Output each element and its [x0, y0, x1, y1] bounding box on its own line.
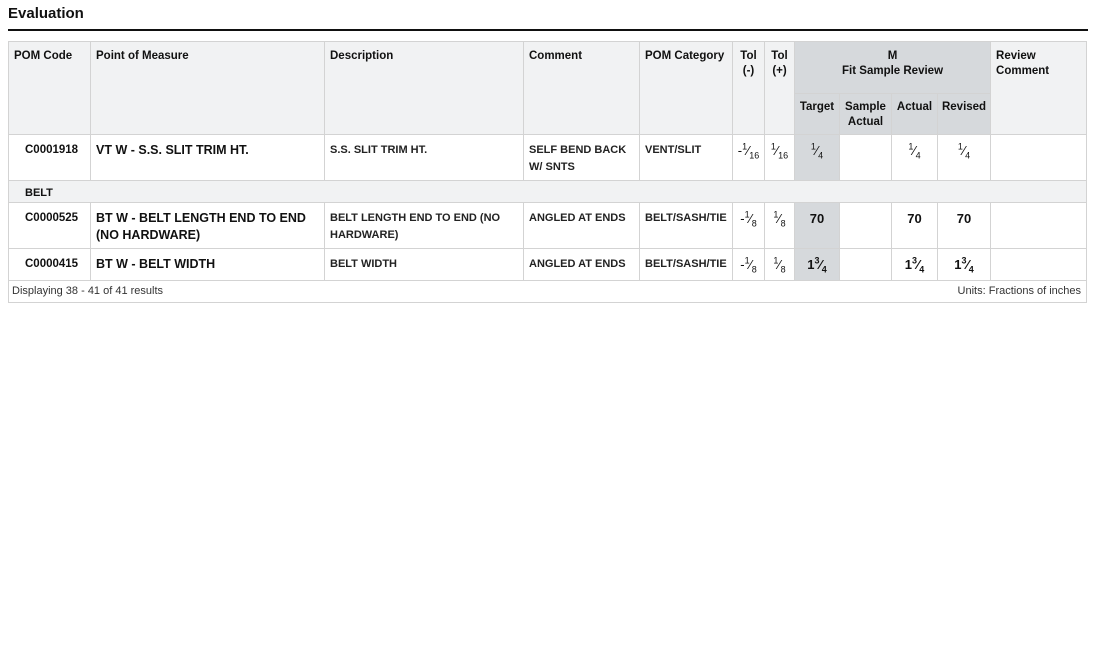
header-point-of-measure[interactable]: Point of Measure: [90, 41, 325, 135]
tol-plus-value: 1⁄16: [770, 141, 789, 161]
actual-value: 13⁄4: [904, 255, 925, 275]
header-tol-plus-line1: Tol: [771, 50, 788, 62]
header-description[interactable]: Description: [324, 41, 524, 135]
tol-minus-value: -1⁄8: [740, 209, 757, 229]
sample-actual-value[interactable]: [840, 135, 891, 146]
header-pom-category[interactable]: POM Category: [639, 41, 733, 135]
header-tol-minus-line1: Tol: [740, 50, 757, 62]
group-row: BELT: [7, 180, 1088, 203]
pom-code: C0000415: [25, 258, 79, 270]
header-pom-code[interactable]: POM Code: [8, 41, 91, 135]
actual-value: 1⁄4: [908, 141, 921, 161]
header-tol-plus-line2: (+): [772, 65, 787, 77]
pom-category: BELT/SASH/TIE: [645, 258, 727, 270]
target-value: 70: [809, 211, 825, 226]
comment: ANGLED AT ENDS: [529, 258, 626, 270]
units-label: Units: Fractions of inches: [957, 285, 1082, 297]
review-comment[interactable]: [991, 135, 1086, 146]
table-row[interactable]: C0001918 VT W - S.S. SLIT TRIM HT. S.S. …: [8, 134, 1088, 181]
header-tol-plus[interactable]: Tol (+): [764, 41, 795, 135]
header-review-comment-line2: Comment: [996, 65, 1050, 77]
tol-plus-value: 1⁄8: [773, 255, 786, 275]
header-actual[interactable]: Actual: [891, 93, 938, 135]
section-title: Evaluation: [8, 5, 84, 22]
table-row[interactable]: C0000525 BT W - BELT LENGTH END TO END (…: [8, 202, 1088, 249]
point-of-measure: BT W - BELT WIDTH: [96, 257, 216, 271]
revised-value: 1⁄4: [957, 141, 971, 161]
target-value: 1⁄4: [810, 141, 824, 161]
group-label: BELT: [25, 187, 53, 199]
sample-actual-value[interactable]: [840, 203, 891, 214]
header-size-label: M: [887, 50, 898, 62]
header-fit-sample-review: M Fit Sample Review: [793, 40, 992, 95]
actual-value: 70: [907, 211, 922, 226]
header-review-comment-line1: Review: [996, 50, 1036, 62]
review-comment[interactable]: [991, 249, 1086, 260]
header-sample-actual-line2: Actual: [847, 116, 884, 129]
header-comment[interactable]: Comment: [523, 41, 640, 135]
pom-category: BELT/SASH/TIE: [645, 212, 727, 224]
revised-value: 70: [956, 211, 972, 226]
header-sample-actual[interactable]: Sample Actual: [839, 93, 892, 135]
header-tol-minus[interactable]: Tol (-): [732, 41, 765, 135]
results-count: Displaying 38 - 41 of 41 results: [12, 285, 164, 297]
header-target[interactable]: Target: [794, 93, 840, 135]
target-value: 13⁄4: [807, 255, 827, 275]
description: S.S. SLIT TRIM HT.: [330, 144, 428, 156]
sample-actual-value[interactable]: [840, 249, 891, 260]
evaluation-table: POM Code Point of Measure Description Co…: [7, 40, 1088, 303]
description: BELT LENGTH END TO END (NO HARDWARE): [330, 212, 501, 241]
pom-code: C0001918: [25, 144, 79, 156]
title-divider: [8, 29, 1088, 31]
description: BELT WIDTH: [330, 258, 398, 270]
revised-value: 13⁄4: [954, 255, 974, 275]
comment: ANGLED AT ENDS: [529, 212, 626, 224]
header-sample-actual-line1: Sample: [845, 101, 886, 114]
tol-minus-value: -1⁄8: [740, 255, 757, 275]
header-tol-minus-line2: (-): [742, 65, 755, 77]
tol-plus-value: 1⁄8: [773, 209, 786, 229]
point-of-measure: BT W - BELT LENGTH END TO END (NO HARDWA…: [96, 211, 306, 242]
table-footer: Displaying 38 - 41 of 41 results Units: …: [7, 280, 1088, 303]
header-fit-review-label: Fit Sample Review: [842, 65, 944, 77]
header-review-comment[interactable]: Review Comment: [990, 41, 1088, 135]
pom-code: C0000525: [25, 212, 79, 224]
tol-minus-value: -1⁄16: [737, 141, 760, 161]
comment: SELF BEND BACK W/ SNTS: [529, 144, 627, 173]
header-revised[interactable]: Revised: [936, 93, 992, 135]
review-comment[interactable]: [991, 203, 1086, 214]
point-of-measure: VT W - S.S. SLIT TRIM HT.: [96, 143, 249, 157]
pom-category: VENT/SLIT: [645, 144, 702, 156]
table-row[interactable]: C0000415 BT W - BELT WIDTH BELT WIDTH AN…: [8, 248, 1088, 281]
